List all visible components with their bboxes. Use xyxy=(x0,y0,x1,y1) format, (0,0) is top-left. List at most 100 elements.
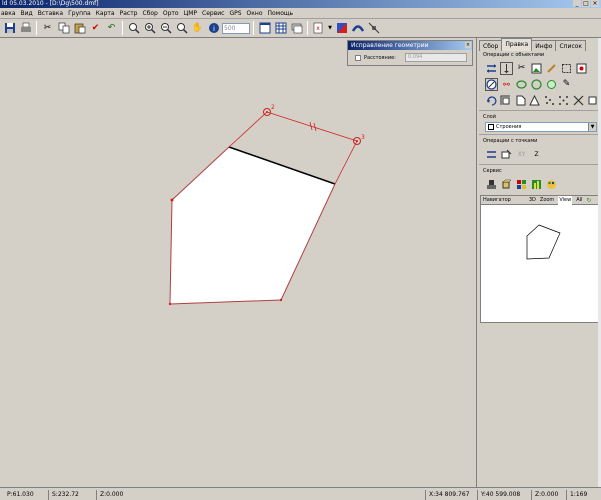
distance-checkbox[interactable] xyxy=(355,55,361,61)
menu-group[interactable]: Группа xyxy=(68,8,91,19)
distance-field[interactable]: 0.094 xyxy=(405,53,467,62)
object-tool-icon[interactable]: x xyxy=(311,21,326,36)
image-icon[interactable] xyxy=(530,62,543,75)
close-button[interactable]: × xyxy=(591,0,599,7)
tab-collect[interactable]: Сбор xyxy=(479,40,503,51)
dialog-caption[interactable]: Исправление геометрии × xyxy=(348,41,472,50)
polygon-vertex[interactable] xyxy=(168,302,172,306)
swap-icon[interactable] xyxy=(485,62,498,75)
checkmark-icon[interactable]: ✔ xyxy=(88,21,103,36)
menu-service[interactable]: Сервис xyxy=(202,8,224,19)
cube-icon[interactable] xyxy=(500,178,513,191)
navigator-tab-all[interactable]: All xyxy=(576,196,582,205)
stamp-icon[interactable] xyxy=(485,178,498,191)
zoom-extent-icon[interactable] xyxy=(174,21,189,36)
triangle-icon[interactable] xyxy=(529,94,542,107)
objects-section: Операции с объектами ✂ ⚯ ✎ xyxy=(479,51,599,108)
menu-help[interactable]: Помощь xyxy=(268,8,294,19)
menu-view[interactable]: Вид xyxy=(21,8,33,19)
scissors-icon[interactable]: ✂ xyxy=(515,62,528,75)
navigator-preview[interactable] xyxy=(481,205,598,322)
chevron-down-icon[interactable]: ▼ xyxy=(588,123,596,131)
zoom-out-icon[interactable] xyxy=(158,21,173,36)
svg-text:x: x xyxy=(316,25,320,32)
menu-collect[interactable]: Сбор xyxy=(143,8,158,19)
layer-select[interactable]: Строения ▼ xyxy=(485,122,597,132)
raster-icon[interactable] xyxy=(334,21,349,36)
swap-points-icon[interactable] xyxy=(485,148,498,161)
menu-edit[interactable]: авка xyxy=(1,8,16,19)
brush-icon[interactable]: ✎ xyxy=(560,78,573,91)
color-grid-icon[interactable] xyxy=(515,178,528,191)
zoom-in-icon[interactable] xyxy=(142,21,157,36)
move-object-icon[interactable] xyxy=(500,61,513,75)
layers-icon[interactable] xyxy=(289,21,304,36)
paste-icon[interactable] xyxy=(72,21,87,36)
menu-gps[interactable]: GPS xyxy=(229,8,241,19)
print-icon[interactable] xyxy=(18,21,33,36)
maximize-button[interactable]: □ xyxy=(582,0,590,7)
minimize-button[interactable]: _ xyxy=(573,0,581,7)
z-edit-label[interactable]: Z xyxy=(530,148,543,161)
menu-map[interactable]: Карта xyxy=(96,8,115,19)
link-icon[interactable]: ⚯ xyxy=(500,78,513,91)
curve-icon[interactable] xyxy=(350,21,365,36)
rotate-icon[interactable] xyxy=(485,94,498,107)
snap-icon[interactable] xyxy=(500,148,513,161)
xy-edit-label[interactable]: XY xyxy=(515,148,528,161)
table-icon[interactable] xyxy=(273,21,288,36)
compass-icon[interactable] xyxy=(485,77,498,91)
bar-chart-icon[interactable] xyxy=(530,178,543,191)
window-layout-icon[interactable] xyxy=(257,21,272,36)
menu-window[interactable]: Окно xyxy=(247,8,263,19)
info-icon[interactable]: i xyxy=(206,21,221,36)
building-polygon[interactable] xyxy=(170,147,335,304)
objects-toolbar-row-1: ✂ xyxy=(479,60,599,76)
tab-info[interactable]: Инфо xyxy=(531,40,557,51)
layer-section-title: Слой xyxy=(483,114,496,120)
drawing-surface[interactable]: 2 3 xyxy=(0,38,476,487)
map-canvas[interactable]: 2 3 xyxy=(0,38,476,487)
pencil-edit-icon[interactable] xyxy=(545,62,558,75)
undo-icon[interactable]: ↶ xyxy=(104,21,119,36)
ring-icon[interactable] xyxy=(515,78,528,91)
menu-insert[interactable]: Вставка xyxy=(38,8,63,19)
navigator-panel: Навигатор 3D Zoom View All ↻ xyxy=(480,195,599,323)
polygon-vertex[interactable] xyxy=(279,298,283,302)
tab-edit[interactable]: Правка xyxy=(501,38,533,51)
page-icon[interactable] xyxy=(514,94,527,107)
scale-input[interactable]: 500 xyxy=(222,22,250,34)
vertex-label: 2 xyxy=(271,104,275,111)
copy-icon[interactable] xyxy=(56,21,71,36)
pan-hand-icon[interactable]: ✋ xyxy=(190,21,205,36)
toolbar-separator xyxy=(122,21,123,35)
satellite-icon[interactable] xyxy=(366,21,381,36)
node-icon[interactable] xyxy=(575,62,588,75)
navigator-tab-zoom[interactable]: Zoom xyxy=(540,196,554,205)
cut-icon[interactable]: ✂ xyxy=(40,21,55,36)
refresh-icon[interactable]: ↻ xyxy=(586,196,591,205)
dropdown-arrow-icon[interactable]: ▼ xyxy=(327,21,333,36)
save-icon[interactable] xyxy=(2,21,17,36)
menu-ortho[interactable]: Орто xyxy=(163,8,179,19)
palette-icon[interactable] xyxy=(545,178,558,191)
points-icon[interactable] xyxy=(543,94,556,107)
circle-icon[interactable] xyxy=(530,78,543,91)
divider xyxy=(479,134,599,135)
tab-list[interactable]: Список xyxy=(555,40,587,51)
toolbar-separator xyxy=(307,21,308,35)
frame-icon[interactable] xyxy=(560,62,573,75)
close-icon[interactable]: × xyxy=(465,42,471,48)
delete-cross-icon[interactable] xyxy=(572,94,585,107)
polygon-vertex[interactable] xyxy=(170,198,174,202)
menu-raster[interactable]: Растр xyxy=(120,8,138,19)
grid-points-icon[interactable] xyxy=(558,94,571,107)
ellipse-icon[interactable] xyxy=(545,78,558,91)
navigator-tab-3d[interactable]: 3D xyxy=(529,196,536,205)
ortho-icon[interactable] xyxy=(500,94,513,107)
navigator-tab-view[interactable]: View xyxy=(558,195,573,205)
layer-section: Слой Строения ▼ xyxy=(479,113,599,132)
zoom-window-icon[interactable] xyxy=(126,21,141,36)
geometry-correction-dialog: Исправление геометрии × Расстояние: 0.09… xyxy=(347,40,473,66)
menu-dem[interactable]: ЦМР xyxy=(184,8,197,19)
